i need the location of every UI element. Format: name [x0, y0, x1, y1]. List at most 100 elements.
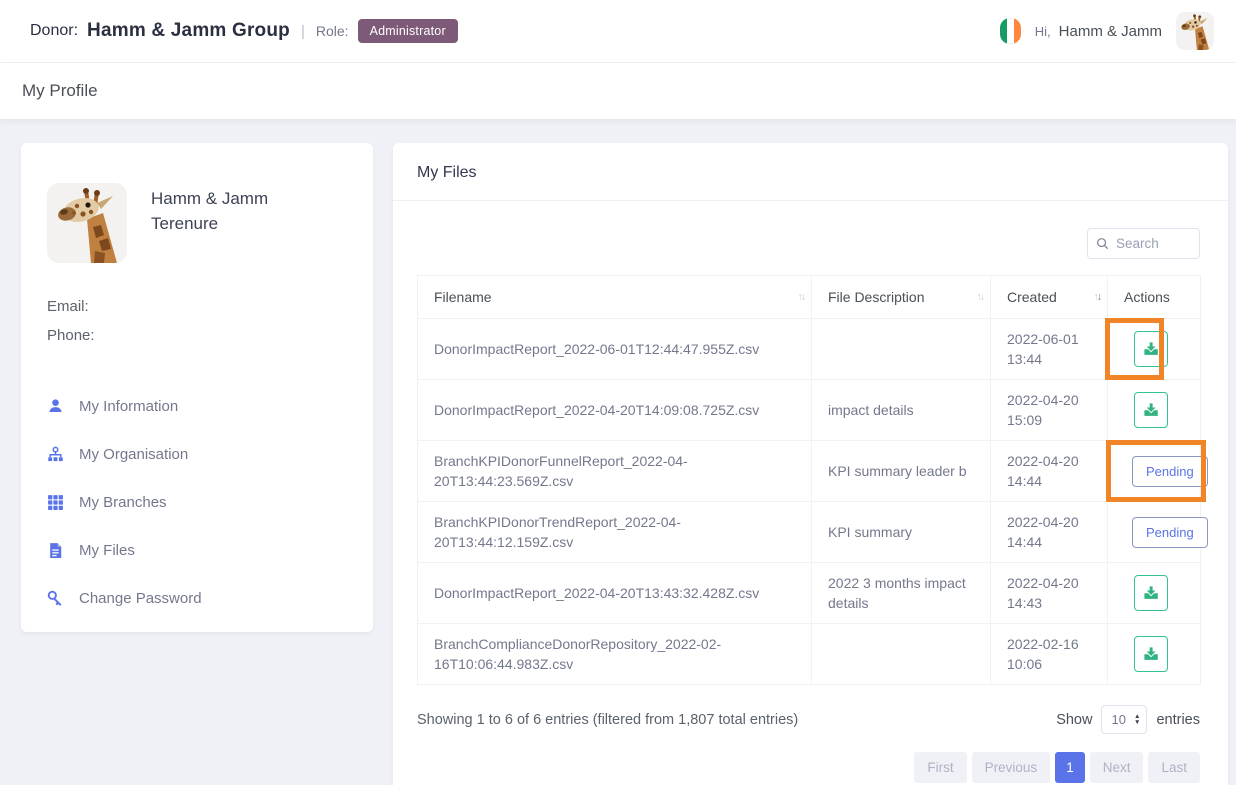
menu-item-change-password[interactable]: Change Password — [47, 574, 347, 622]
giraffe-avatar-icon — [47, 183, 127, 263]
download-button[interactable] — [1134, 575, 1168, 611]
description-cell: KPI summary leader b — [812, 441, 991, 502]
table-row: BranchKPIDonorTrendReport_2022-04-20T13:… — [418, 502, 1201, 563]
donor-label: Donor: — [30, 22, 78, 40]
donor-identity: Donor: Hamm & Jamm Group | Role: Adminis… — [30, 19, 458, 43]
created-cell: 2022-04-20 14:44 — [991, 441, 1108, 502]
created-cell: 2022-04-20 14:43 — [991, 563, 1108, 624]
table-row: DonorImpactReport_2022-06-01T12:44:47.95… — [418, 319, 1201, 380]
menu-item-my-branches[interactable]: My Branches — [47, 478, 347, 526]
pagination-page-1-button[interactable]: 1 — [1055, 752, 1085, 783]
created-cell: 2022-02-16 10:06 — [991, 624, 1108, 685]
pagination-next-button[interactable]: Next — [1090, 752, 1144, 783]
filename-cell: DonorImpactReport_2022-04-20T13:43:32.42… — [418, 563, 812, 624]
select-arrows-icon: ▲▼ — [1134, 714, 1140, 726]
donor-name: Hamm & Jamm Group — [87, 20, 290, 42]
profile-card: Hamm & Jamm Terenure Email: Phone: My In… — [21, 143, 373, 632]
description-cell: impact details — [812, 380, 991, 441]
table-row: DonorImpactReport_2022-04-20T14:09:08.72… — [418, 380, 1201, 441]
search-icon — [1096, 237, 1109, 250]
download-icon — [1143, 646, 1159, 662]
page-title: My Profile — [22, 81, 98, 101]
sort-icon[interactable]: ↑↓ — [798, 291, 805, 303]
filename-cell: DonorImpactReport_2022-06-01T12:44:47.95… — [418, 319, 812, 380]
key-icon — [47, 590, 64, 607]
description-cell — [812, 319, 991, 380]
giraffe-avatar-icon — [1176, 12, 1214, 50]
files-card-title: My Files — [417, 164, 477, 181]
page-size-group: Show 10 ▲▼ entries — [1056, 705, 1200, 734]
page-size-select[interactable]: 10 ▲▼ — [1101, 705, 1147, 734]
table-header-row: Filename↑↓ File Description↑↓ Created↑↓ … — [418, 276, 1201, 319]
actions-cell — [1108, 563, 1201, 624]
menu-item-my-information[interactable]: My Information — [47, 382, 347, 430]
show-label: Show — [1056, 712, 1092, 728]
actions-cell: Pending — [1108, 441, 1201, 502]
actions-cell — [1108, 624, 1201, 685]
files-card-header: My Files — [393, 143, 1228, 201]
created-cell: 2022-04-20 15:09 — [991, 380, 1108, 441]
grid-icon — [47, 494, 64, 511]
file-icon — [47, 542, 64, 559]
created-cell: 2022-04-20 14:44 — [991, 502, 1108, 563]
download-button[interactable] — [1134, 331, 1168, 367]
profile-summary: Hamm & Jamm Terenure — [47, 183, 347, 263]
pending-button[interactable]: Pending — [1132, 456, 1208, 487]
entries-label: entries — [1156, 712, 1200, 728]
description-cell — [812, 624, 991, 685]
download-icon — [1143, 585, 1159, 601]
actions-cell — [1108, 380, 1201, 441]
column-header-created[interactable]: Created↑↓ — [991, 276, 1108, 319]
filename-cell: DonorImpactReport_2022-04-20T14:09:08.72… — [418, 380, 812, 441]
role-badge: Administrator — [358, 19, 458, 43]
top-navbar: Donor: Hamm & Jamm Group | Role: Adminis… — [0, 0, 1236, 63]
menu-item-my-organisation[interactable]: My Organisation — [47, 430, 347, 478]
table-row: DonorImpactReport_2022-04-20T13:43:32.42… — [418, 563, 1201, 624]
user-name: Hamm & Jamm — [1059, 23, 1162, 40]
pagination-last-button[interactable]: Last — [1148, 752, 1200, 783]
profile-avatar — [47, 183, 127, 263]
sitemap-icon — [47, 446, 64, 463]
profile-menu: My Information My Organisation My Branch… — [47, 382, 347, 622]
download-icon — [1143, 402, 1159, 418]
contact-block: Email: Phone: — [47, 298, 347, 344]
column-header-description[interactable]: File Description↑↓ — [812, 276, 991, 319]
filename-cell: BranchComplianceDonorRepository_2022-02-… — [418, 624, 812, 685]
pagination-first-button[interactable]: First — [914, 752, 966, 783]
filename-cell: BranchKPIDonorFunnelReport_2022-04-20T13… — [418, 441, 812, 502]
sort-icon[interactable]: ↑↓ — [977, 291, 984, 303]
download-button[interactable] — [1134, 392, 1168, 428]
actions-cell — [1108, 319, 1201, 380]
menu-item-my-files[interactable]: My Files — [47, 526, 347, 574]
email-label: Email: — [47, 298, 347, 315]
table-row: BranchKPIDonorFunnelReport_2022-04-20T13… — [418, 441, 1201, 502]
ireland-flag-icon[interactable] — [1000, 18, 1021, 44]
role-label: Role: — [316, 23, 349, 39]
download-button[interactable] — [1134, 636, 1168, 672]
description-cell: KPI summary — [812, 502, 991, 563]
column-header-filename[interactable]: Filename↑↓ — [418, 276, 812, 319]
search-box[interactable] — [1087, 228, 1200, 259]
navbar-user-area: Hi, Hamm & Jamm — [1000, 12, 1214, 50]
profile-name: Hamm & Jamm Terenure — [151, 183, 268, 263]
separator: | — [301, 23, 305, 40]
pending-button[interactable]: Pending — [1132, 517, 1208, 548]
greeting-text: Hi, — [1035, 24, 1051, 39]
user-icon — [47, 398, 64, 415]
table-toolbar — [393, 201, 1228, 275]
download-icon — [1143, 341, 1159, 357]
avatar[interactable] — [1176, 12, 1214, 50]
table-row: BranchComplianceDonorRepository_2022-02-… — [418, 624, 1201, 685]
sort-icon[interactable]: ↑↓ — [1094, 291, 1101, 303]
showing-entries-text: Showing 1 to 6 of 6 entries (filtered fr… — [417, 712, 798, 728]
pagination-previous-button[interactable]: Previous — [972, 752, 1051, 783]
search-input[interactable] — [1116, 236, 1186, 251]
actions-cell: Pending — [1108, 502, 1201, 563]
page-header: My Profile — [0, 63, 1236, 119]
table-footer: Showing 1 to 6 of 6 entries (filtered fr… — [393, 685, 1228, 734]
column-header-actions: Actions — [1108, 276, 1201, 319]
pagination: First Previous 1 Next Last — [393, 734, 1228, 783]
created-cell: 2022-06-01 13:44 — [991, 319, 1108, 380]
files-table: Filename↑↓ File Description↑↓ Created↑↓ … — [417, 275, 1201, 685]
my-files-card: My Files Filename↑↓ File Description↑↓ C… — [393, 143, 1228, 785]
